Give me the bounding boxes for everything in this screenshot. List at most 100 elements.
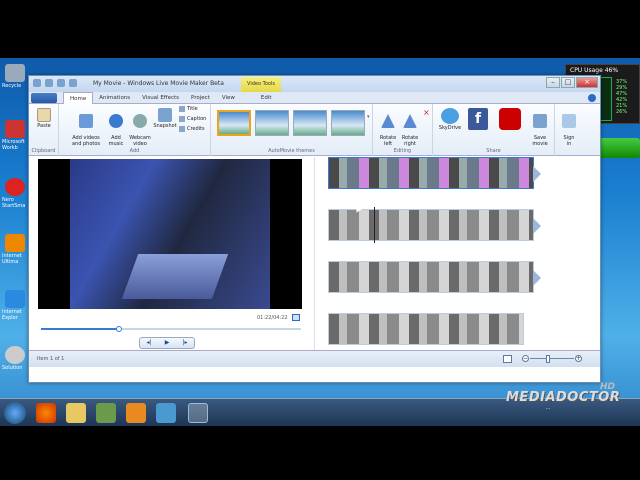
save-icon[interactable]: [45, 79, 53, 87]
title-icon: [179, 106, 185, 112]
recycle-bin-icon: [5, 64, 25, 82]
media-player-icon[interactable]: [126, 403, 146, 423]
watermark-sub: ...: [546, 405, 551, 410]
zoom-in-button[interactable]: +: [575, 355, 582, 362]
group-label: AutoMovie themes: [268, 148, 315, 154]
add-videos-photos-button[interactable]: Add videos and photos: [69, 108, 103, 147]
save-movie-button[interactable]: Save movie: [529, 108, 551, 147]
preview-monitor[interactable]: [38, 159, 302, 309]
tab-view[interactable]: View: [216, 92, 241, 104]
desktop: Recycle Microsoft Workb Nero StartSma In…: [0, 0, 640, 480]
fullscreen-preview-icon[interactable]: [292, 314, 300, 321]
camera-icon: [158, 108, 172, 122]
seek-thumb[interactable]: [116, 326, 122, 332]
paste-button[interactable]: Paste: [33, 108, 55, 129]
next-frame-button[interactable]: |▸: [176, 338, 194, 348]
theme-thumbnail-default[interactable]: [217, 110, 251, 136]
zoom-thumb[interactable]: [546, 355, 550, 363]
caption-button[interactable]: Caption: [179, 116, 206, 122]
redo-icon[interactable]: [69, 79, 77, 87]
application-menu-button[interactable]: [31, 93, 57, 103]
workspace: 01:22/04:22 ◂| ▶ |▸ Item 1 of 1 − +: [29, 157, 600, 367]
thumbnail-size-icon[interactable]: [503, 355, 512, 363]
keyboard-in-video: [121, 254, 229, 299]
desktop-icon-nero[interactable]: Nero StartSma: [2, 178, 28, 214]
app-icon: [5, 120, 25, 138]
app-icon: [5, 346, 25, 364]
firefox-icon[interactable]: [36, 403, 56, 423]
quick-access-toolbar: [33, 79, 77, 87]
tab-home[interactable]: Home: [63, 92, 94, 104]
status-bar: Item 1 of 1 − +: [29, 350, 600, 367]
explorer-folder-icon[interactable]: [66, 403, 86, 423]
desktop-icon-explorer[interactable]: Internet Explor: [2, 290, 28, 326]
snapshot-button[interactable]: Snapshot: [151, 108, 179, 129]
clip-strip[interactable]: [328, 261, 541, 293]
theme-thumbnail[interactable]: [331, 110, 365, 136]
skydrive-button[interactable]: SkyDrive: [437, 108, 463, 131]
title-button[interactable]: Title: [179, 106, 198, 112]
add-music-button[interactable]: Add music: [105, 108, 127, 147]
desktop-icon-microsoft[interactable]: Microsoft Workb: [2, 120, 28, 156]
playhead[interactable]: [374, 207, 375, 243]
rotate-left-icon: [381, 114, 395, 128]
help-icon[interactable]: [588, 94, 596, 102]
ribbon-tab-row: Home Animations Visual Effects Project V…: [29, 92, 600, 104]
strip-end-arrow: [533, 166, 541, 182]
previous-frame-button[interactable]: ◂|: [140, 338, 158, 348]
theme-thumbnail[interactable]: [255, 110, 289, 136]
tab-edit[interactable]: Edit: [255, 92, 278, 104]
messenger-icon[interactable]: [156, 403, 176, 423]
start-button[interactable]: [4, 402, 26, 424]
rotate-right-button[interactable]: Rotate right: [399, 108, 421, 147]
credits-button[interactable]: Credits: [179, 126, 205, 132]
app-icon: [33, 79, 41, 87]
app-icon[interactable]: [96, 403, 116, 423]
skydrive-icon: [441, 108, 459, 124]
sign-in-button[interactable]: Sign in: [559, 108, 579, 147]
movie-maker-taskbar-icon[interactable]: [188, 403, 208, 423]
tab-animations[interactable]: Animations: [93, 92, 136, 104]
youtube-button[interactable]: [497, 108, 523, 131]
movie-maker-window: My Movie - Windows Live Movie Maker Beta…: [28, 75, 601, 383]
status-text: Item 1 of 1: [37, 356, 65, 362]
watermark-name: MEDIADOCTOR: [506, 390, 621, 405]
window-title: My Movie - Windows Live Movie Maker Beta: [93, 80, 224, 87]
paste-icon: [37, 108, 51, 122]
zoom-track: [530, 358, 574, 359]
zoom-out-button[interactable]: −: [522, 355, 529, 362]
storyboard[interactable]: [326, 157, 598, 367]
credits-icon: [179, 126, 185, 132]
desktop-icon-label: Internet Explor: [2, 309, 22, 321]
clip-strip[interactable]: [328, 209, 541, 241]
tab-visual-effects[interactable]: Visual Effects: [136, 92, 185, 104]
webcam-icon: [133, 114, 147, 128]
rotate-left-button[interactable]: Rotate left: [377, 108, 399, 147]
pane-divider[interactable]: [314, 157, 315, 367]
strip-end-arrow: [533, 218, 541, 234]
desktop-icon-solution[interactable]: Solution: [2, 346, 28, 382]
undo-icon[interactable]: [57, 79, 65, 87]
zoom-slider[interactable]: − +: [522, 355, 582, 363]
theme-thumbnail[interactable]: [293, 110, 327, 136]
remove-icon[interactable]: ×: [423, 108, 430, 117]
desktop-icon-internet[interactable]: Internet Ultima: [2, 234, 28, 270]
desktop-icon-label: Recycle: [2, 83, 22, 89]
group-label: Add: [129, 148, 140, 154]
clip-strip[interactable]: [328, 313, 524, 345]
tab-project[interactable]: Project: [185, 92, 216, 104]
window-controls: – □ ×: [546, 77, 598, 88]
ribbon: Paste Clipboard Add videos and photos Ad…: [29, 104, 600, 156]
minimize-button[interactable]: –: [546, 77, 560, 88]
gadget-green-button[interactable]: [598, 138, 640, 158]
seek-bar[interactable]: [41, 326, 301, 332]
facebook-button[interactable]: f: [467, 108, 489, 131]
gallery-scroll-icon[interactable]: ▾: [367, 114, 370, 120]
close-button[interactable]: ×: [576, 77, 598, 88]
maximize-button[interactable]: □: [561, 77, 575, 88]
play-button[interactable]: ▶: [158, 338, 176, 348]
desktop-icon-label: Nero StartSma: [2, 197, 26, 209]
desktop-icon-recycle[interactable]: Recycle: [2, 64, 28, 100]
webcam-video-button[interactable]: Webcam video: [127, 108, 153, 147]
clip-strip[interactable]: [328, 157, 541, 189]
